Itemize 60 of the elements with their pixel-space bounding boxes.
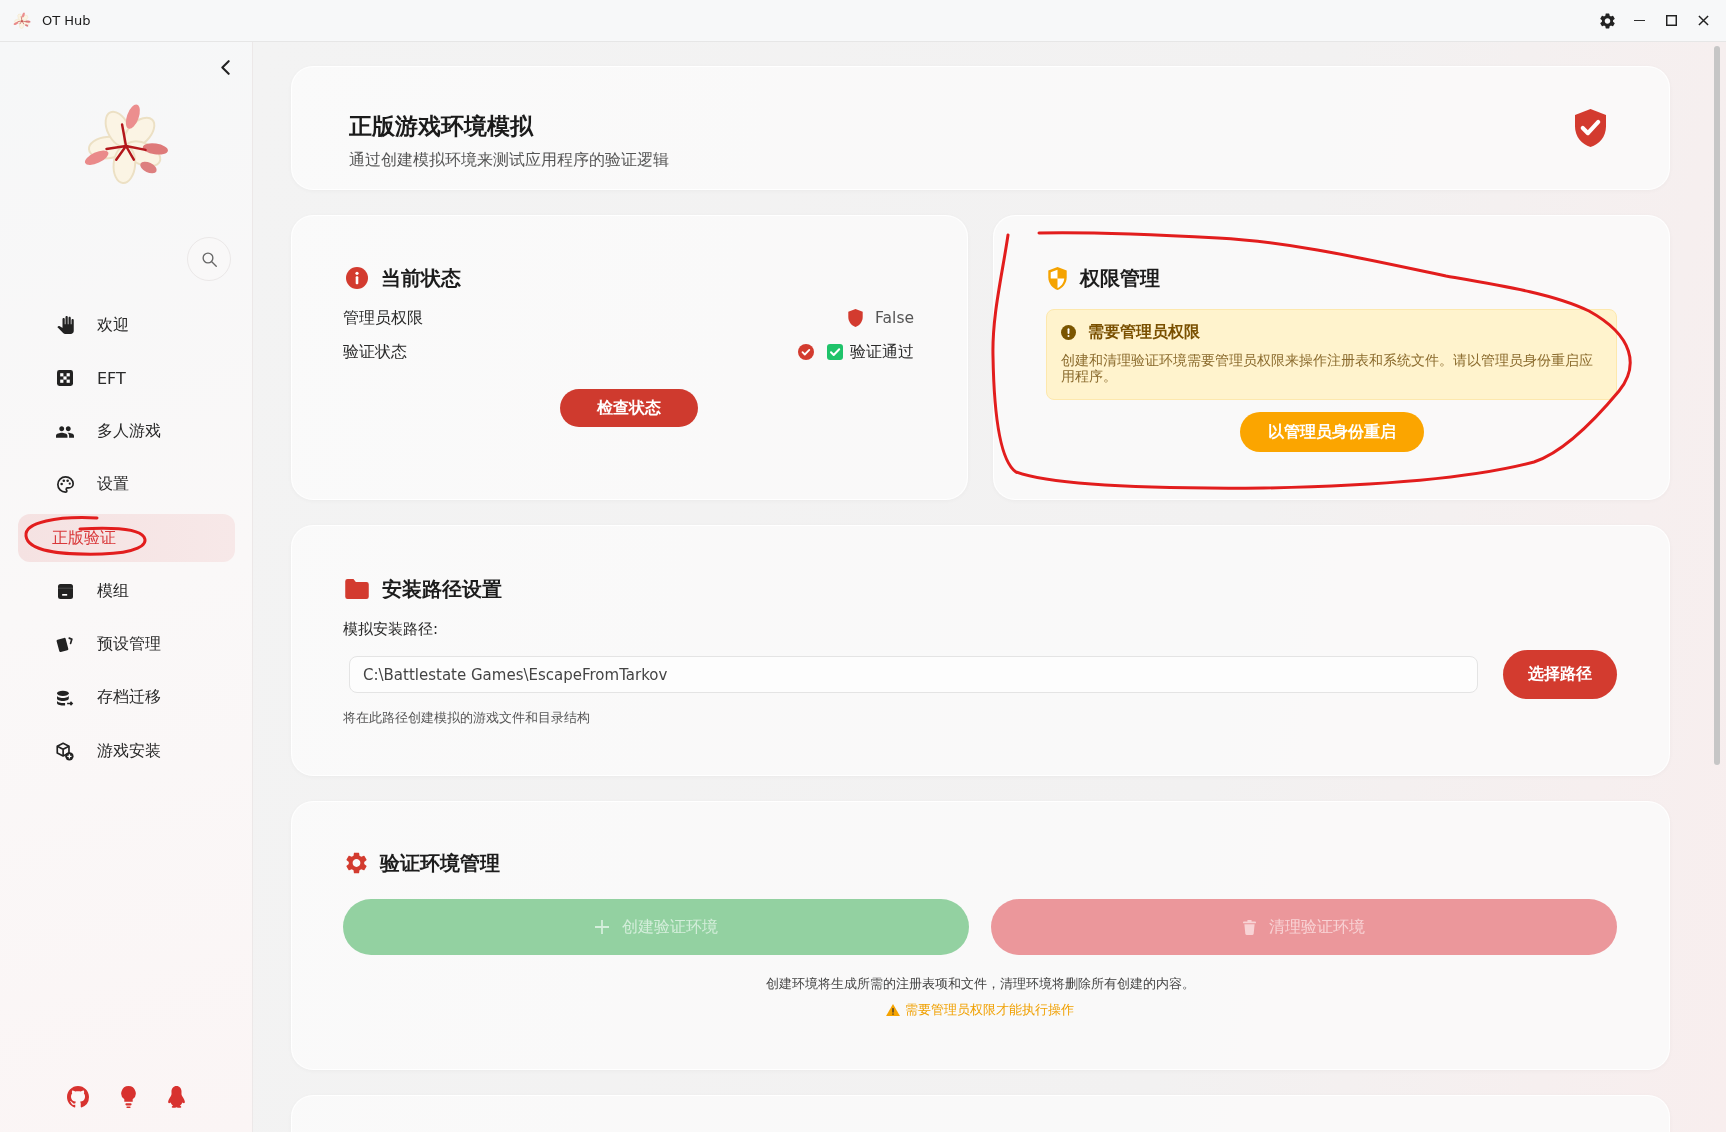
sidebar-item[interactable]: 存档迁移 <box>18 673 235 722</box>
trash-icon <box>1243 919 1256 935</box>
sidebar-item[interactable]: 模组 <box>18 567 235 616</box>
folder-icon <box>345 579 369 599</box>
admin-warning-text: 需要管理员权限才能执行操作 <box>905 1001 1074 1019</box>
warning-title: 需要管理员权限 <box>1088 321 1200 343</box>
app-logo-icon <box>13 11 31 30</box>
warning-text: 创建和清理验证环境需要管理员权限来操作注册表和系统文件。请以管理员身份重启应用程序。 <box>1061 352 1594 384</box>
sidebar-item[interactable]: 欢迎 <box>18 301 235 349</box>
module-icon <box>57 583 73 599</box>
window-title: OT Hub <box>42 13 91 28</box>
search-button[interactable] <box>187 237 231 281</box>
palette-icon <box>56 476 74 494</box>
people-icon <box>56 425 74 438</box>
cards-icon <box>56 636 74 653</box>
search-icon <box>201 251 217 267</box>
hand-icon <box>56 316 74 334</box>
database-arrow-icon <box>56 689 74 706</box>
penguin-icon[interactable] <box>168 1086 185 1108</box>
cube-plus-icon <box>56 741 74 761</box>
sidebar-item[interactable]: 正版验证 <box>18 514 235 562</box>
sidebar-item[interactable]: 多人游戏 <box>18 407 235 456</box>
gear-icon <box>346 852 367 874</box>
section-title: 当前状态 <box>381 264 461 292</box>
warning-icon <box>886 1004 900 1016</box>
half-shield-icon <box>1048 266 1067 290</box>
minimize-icon[interactable] <box>1633 19 1645 22</box>
plus-icon <box>594 920 609 934</box>
page-subtitle: 通过创建模拟环境来测试应用程序的验证逻辑 <box>349 150 669 171</box>
sidebar-item[interactable]: 游戏安装 <box>18 727 235 775</box>
shield-check-icon <box>1575 109 1606 147</box>
status-value: 验证通过 <box>850 341 914 363</box>
info-icon <box>346 267 368 289</box>
close-icon[interactable] <box>1697 15 1709 26</box>
page-title: 正版游戏环境模拟 <box>349 112 535 141</box>
status-value: False <box>875 309 914 327</box>
settings-icon[interactable] <box>1599 12 1615 29</box>
select-path-button[interactable]: 选择路径 <box>1503 650 1617 699</box>
section-title: 验证环境管理 <box>380 849 500 877</box>
environment-note: 创建环境将生成所需的注册表项和文件，清理环境将删除所有创建的内容。 <box>764 975 1196 993</box>
cat-icon[interactable] <box>67 1086 89 1108</box>
status-label: 验证状态 <box>343 341 407 363</box>
pixel-face-icon <box>57 370 73 387</box>
sidebar-item[interactable]: 预设管理 <box>18 620 235 669</box>
maximize-icon[interactable] <box>1665 15 1677 26</box>
sidebar-item[interactable]: EFT <box>18 354 235 403</box>
path-input[interactable]: C:\Battlestate Games\EscapeFromTarkov <box>349 656 1478 693</box>
section-title: 权限管理 <box>1080 264 1160 292</box>
path-label: 模拟安装路径: <box>343 619 440 640</box>
scrollbar-thumb[interactable] <box>1714 46 1720 765</box>
path-hint: 将在此路径创建模拟的游戏文件和目录结构 <box>343 709 591 727</box>
lightbulb-icon[interactable] <box>121 1086 136 1108</box>
check-circle-icon <box>798 344 814 360</box>
sidebar-item[interactable]: 设置 <box>18 460 235 509</box>
section-title: 安装路径设置 <box>382 575 502 603</box>
check-status-button[interactable]: 检查状态 <box>559 389 698 427</box>
shield-icon <box>848 309 864 327</box>
exclamation-icon <box>1061 324 1076 340</box>
status-label: 管理员权限 <box>343 307 423 329</box>
chevron-left-icon[interactable] <box>221 60 230 75</box>
